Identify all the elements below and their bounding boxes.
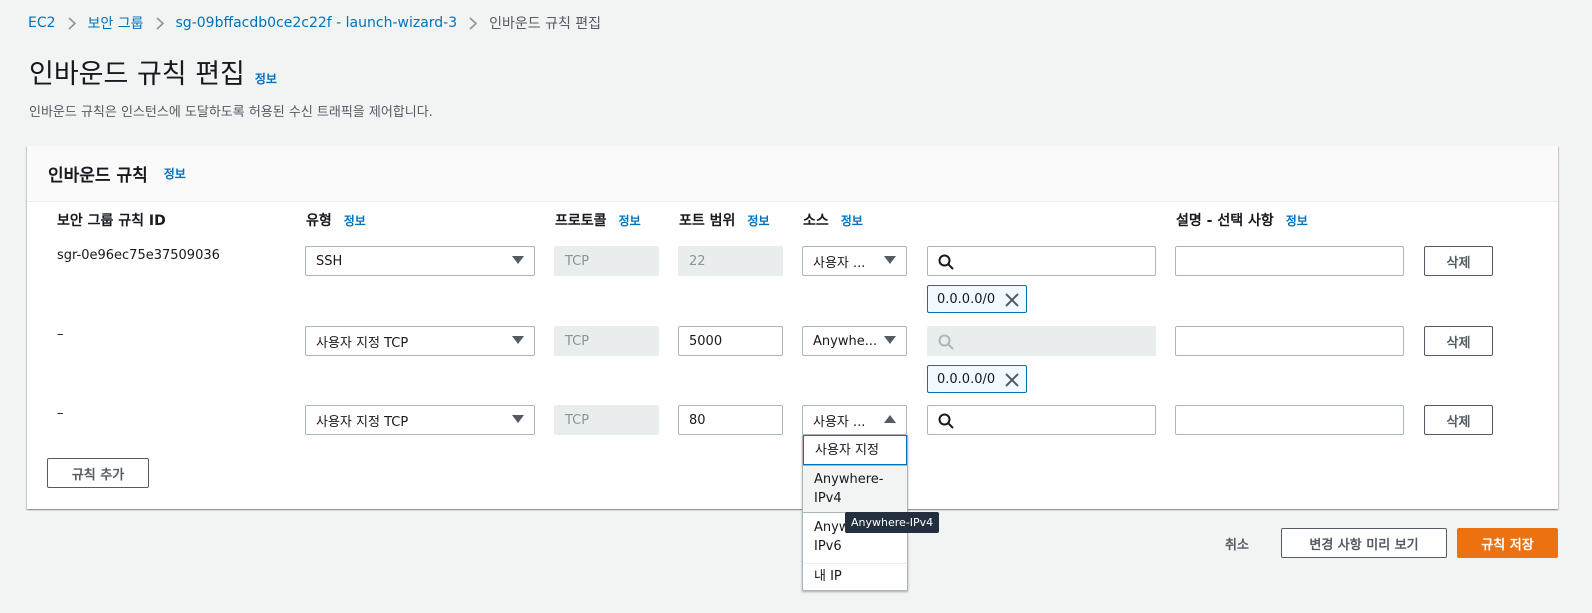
protocol-field: TCP — [554, 326, 659, 356]
col-description-label: 설명 - 선택 사항 — [1176, 213, 1274, 229]
dropdown-option-my-ip[interactable]: 내 IP — [803, 563, 907, 591]
tooltip: Anywhere-IPv4 — [845, 512, 940, 533]
description-input[interactable] — [1175, 405, 1404, 435]
col-type: 유형 정보 — [306, 210, 366, 230]
cidr-token-label: 0.0.0.0/0 — [937, 371, 996, 387]
caret-down-icon — [512, 336, 524, 344]
caret-up-icon — [884, 415, 896, 423]
panel-info-link[interactable]: 정보 — [164, 165, 186, 182]
page-title-wrap: 인바운드 규칙 편집 정보 — [29, 52, 277, 91]
col-source-info-link[interactable]: 정보 — [841, 212, 863, 229]
caret-down-icon — [512, 415, 524, 423]
col-port-range: 포트 범위 정보 — [679, 210, 770, 230]
caret-down-icon — [884, 336, 896, 344]
breadcrumb-current: 인바운드 규칙 편집 — [489, 16, 602, 32]
protocol-value: TCP — [565, 412, 590, 428]
save-rules-button[interactable]: 규칙 저장 — [1457, 528, 1558, 558]
protocol-value: TCP — [565, 333, 590, 349]
port-range-value: 80 — [689, 412, 706, 428]
source-search-input[interactable] — [927, 405, 1156, 435]
rule-id: – — [57, 406, 64, 421]
col-rule-id: 보안 그룹 규칙 ID — [57, 210, 166, 230]
rule-id: sgr-0e96ec75e37509036 — [57, 248, 220, 263]
page-info-link[interactable]: 정보 — [255, 70, 277, 87]
type-select[interactable]: 사용자 지정 TCP — [305, 405, 535, 435]
type-select-value: 사용자 지정 TCP — [316, 414, 409, 430]
source-select-value: 사용자 ... — [813, 255, 866, 271]
source-select-value: 사용자 ... — [813, 414, 866, 430]
source-select-value: Anywhe... — [813, 333, 878, 349]
delete-button[interactable]: 삭제 — [1424, 405, 1493, 435]
add-rule-button[interactable]: 규칙 추가 — [47, 458, 149, 488]
search-icon — [938, 254, 954, 270]
col-protocol: 프로토콜 정보 — [555, 210, 641, 230]
caret-down-icon — [884, 256, 896, 264]
search-icon — [938, 413, 954, 429]
protocol-value: TCP — [565, 253, 590, 269]
col-type-info-link[interactable]: 정보 — [344, 212, 366, 229]
option-label-line: IPv4 — [814, 491, 842, 506]
chevron-right-icon — [155, 16, 164, 30]
breadcrumb-security-groups[interactable]: 보안 그룹 — [88, 13, 144, 33]
cidr-token: 0.0.0.0/0 — [927, 285, 1027, 313]
cidr-token-label: 0.0.0.0/0 — [937, 291, 996, 307]
port-range-value: 22 — [689, 253, 706, 269]
col-description: 설명 - 선택 사항 정보 — [1176, 210, 1308, 230]
col-port-info-link[interactable]: 정보 — [747, 212, 769, 229]
cancel-button[interactable]: 취소 — [1206, 528, 1268, 558]
delete-button[interactable]: 삭제 — [1424, 246, 1493, 276]
type-select[interactable]: SSH — [305, 246, 535, 276]
search-icon — [938, 334, 954, 350]
option-label: 내 IP — [814, 569, 842, 584]
inbound-rules-panel: 인바운드 규칙 정보 보안 그룹 규칙 ID 유형 정보 프로토콜 정보 포트 … — [27, 146, 1558, 509]
description-input[interactable] — [1175, 246, 1404, 276]
col-port-range-label: 포트 범위 — [679, 213, 736, 229]
type-select[interactable]: 사용자 지정 TCP — [305, 326, 535, 356]
source-select[interactable]: 사용자 ... — [802, 246, 907, 276]
page-description: 인바운드 규칙은 인스턴스에 도달하도록 허용된 수신 트래픽을 제어합니다. — [29, 105, 433, 120]
col-source-label: 소스 — [803, 213, 829, 229]
port-range-value: 5000 — [689, 333, 723, 349]
panel-title: 인바운드 규칙 — [48, 166, 148, 186]
close-icon[interactable] — [1004, 292, 1020, 308]
source-search-input[interactable] — [927, 246, 1156, 276]
source-search-input — [927, 326, 1156, 356]
col-protocol-info-link[interactable]: 정보 — [619, 212, 641, 229]
option-label-line: IPv6 — [814, 539, 842, 554]
option-label-line: Anywhere- — [814, 472, 884, 487]
breadcrumb: EC2 보안 그룹 sg-09bffacdb0ce2c22f - launch-… — [28, 13, 601, 33]
type-select-value: 사용자 지정 TCP — [316, 335, 409, 351]
port-range-field: 22 — [678, 246, 783, 276]
breadcrumb-security-group[interactable]: sg-09bffacdb0ce2c22f - launch-wizard-3 — [176, 15, 458, 31]
port-range-input[interactable]: 80 — [678, 405, 783, 435]
col-source: 소스 정보 — [803, 210, 863, 230]
col-rule-id-label: 보안 그룹 규칙 ID — [57, 213, 166, 229]
col-protocol-label: 프로토콜 — [555, 213, 607, 229]
chevron-right-icon — [469, 16, 478, 30]
page-title: 인바운드 규칙 편집 — [29, 59, 245, 90]
delete-button[interactable]: 삭제 — [1424, 326, 1493, 356]
caret-down-icon — [512, 256, 524, 264]
source-select-open[interactable]: 사용자 ... — [802, 405, 907, 435]
breadcrumb-ec2[interactable]: EC2 — [28, 15, 56, 31]
dropdown-option-anywhere-ipv4[interactable]: Anywhere- IPv4 — [803, 465, 907, 513]
rule-id: – — [57, 327, 64, 342]
dropdown-option-custom[interactable]: 사용자 지정 — [803, 435, 907, 465]
protocol-field: TCP — [554, 405, 659, 435]
option-label: 사용자 지정 — [815, 443, 879, 458]
type-select-value: SSH — [316, 253, 343, 269]
preview-changes-button[interactable]: 변경 사항 미리 보기 — [1281, 528, 1447, 558]
panel-header: 인바운드 규칙 정보 — [27, 146, 1558, 202]
col-description-info-link[interactable]: 정보 — [1286, 212, 1308, 229]
port-range-input[interactable]: 5000 — [678, 326, 783, 356]
chevron-right-icon — [67, 16, 76, 30]
description-input[interactable] — [1175, 326, 1404, 356]
protocol-field: TCP — [554, 246, 659, 276]
cidr-token: 0.0.0.0/0 — [927, 365, 1027, 393]
source-select[interactable]: Anywhe... — [802, 326, 907, 356]
close-icon[interactable] — [1004, 372, 1020, 388]
col-type-label: 유형 — [306, 213, 332, 229]
